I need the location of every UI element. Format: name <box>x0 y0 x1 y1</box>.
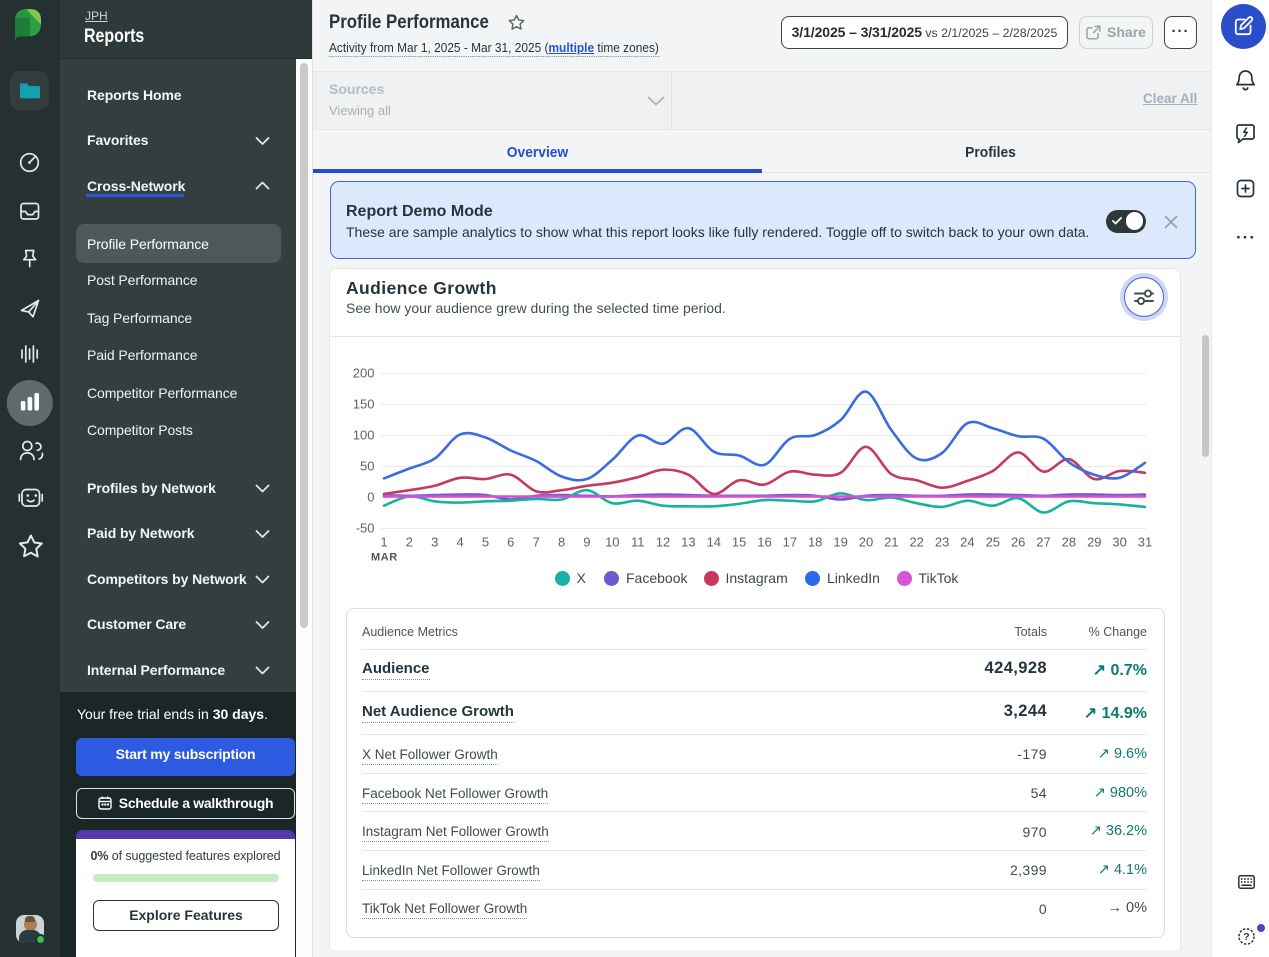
svg-text:9: 9 <box>583 535 590 550</box>
svg-text:14: 14 <box>707 535 721 550</box>
svg-text:12: 12 <box>656 535 670 550</box>
svg-text:31: 31 <box>1138 535 1152 550</box>
svg-text:8: 8 <box>558 535 565 550</box>
svg-text:200: 200 <box>353 366 375 381</box>
svg-text:29: 29 <box>1087 535 1101 550</box>
svg-text:30: 30 <box>1112 535 1126 550</box>
svg-text:24: 24 <box>960 535 974 550</box>
svg-text:11: 11 <box>631 535 645 550</box>
svg-text:?: ? <box>1243 931 1249 943</box>
svg-text:100: 100 <box>353 428 375 443</box>
svg-text:7: 7 <box>533 535 540 550</box>
svg-text:27: 27 <box>1036 535 1050 550</box>
svg-text:18: 18 <box>808 535 822 550</box>
svg-text:22: 22 <box>909 535 923 550</box>
svg-text:21: 21 <box>884 535 898 550</box>
svg-text:MAR: MAR <box>371 552 398 564</box>
svg-text:1: 1 <box>380 535 387 550</box>
svg-text:3: 3 <box>431 535 438 550</box>
svg-text:0: 0 <box>367 490 374 505</box>
svg-text:5: 5 <box>482 535 489 550</box>
svg-text:26: 26 <box>1011 535 1025 550</box>
svg-text:19: 19 <box>833 535 847 550</box>
svg-text:20: 20 <box>859 535 873 550</box>
svg-text:13: 13 <box>681 535 695 550</box>
svg-text:17: 17 <box>783 535 797 550</box>
svg-text:2: 2 <box>406 535 413 550</box>
svg-text:23: 23 <box>935 535 949 550</box>
svg-text:6: 6 <box>507 535 514 550</box>
svg-text:25: 25 <box>986 535 1000 550</box>
svg-text:28: 28 <box>1062 535 1076 550</box>
svg-text:150: 150 <box>353 397 375 412</box>
svg-text:4: 4 <box>456 535 463 550</box>
svg-text:16: 16 <box>757 535 771 550</box>
svg-text:-50: -50 <box>356 521 375 536</box>
svg-text:10: 10 <box>605 535 619 550</box>
svg-text:50: 50 <box>360 459 374 474</box>
svg-text:15: 15 <box>732 535 746 550</box>
